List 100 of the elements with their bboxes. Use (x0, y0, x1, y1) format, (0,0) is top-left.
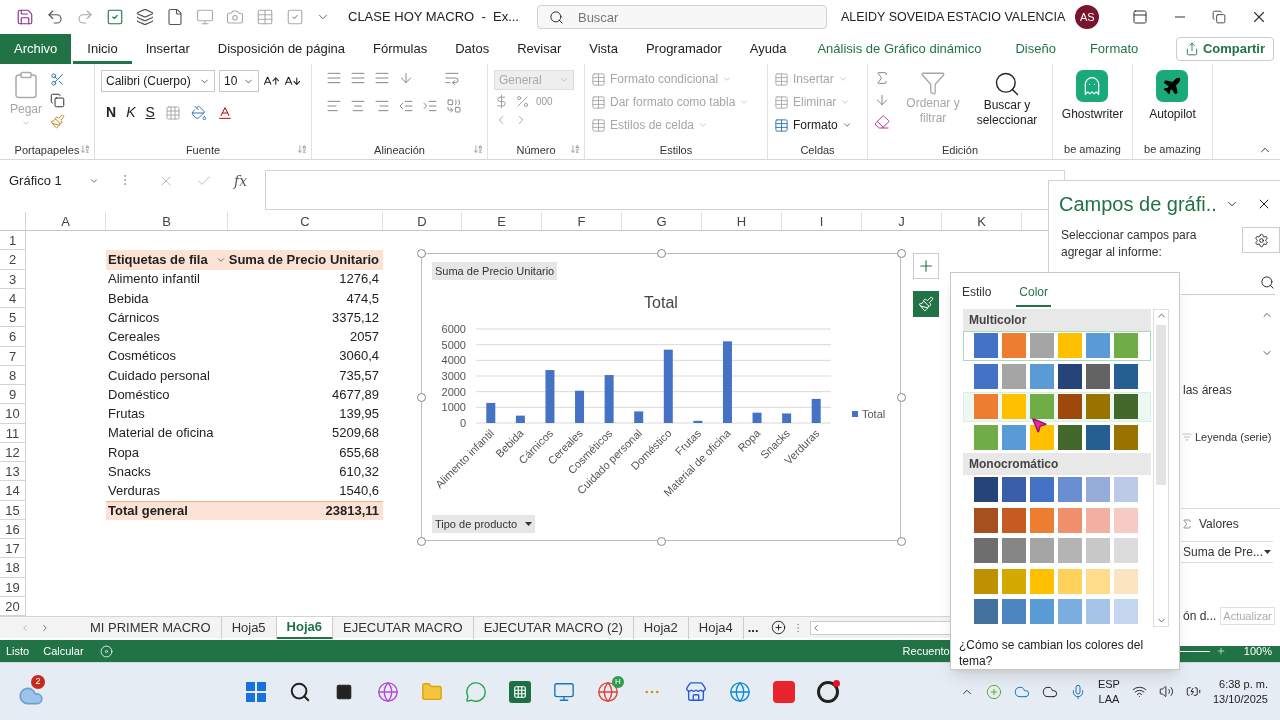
column-header[interactable]: E (462, 212, 542, 230)
menu-tab[interactable]: Insertar (131, 34, 204, 64)
row-header[interactable]: 6 (0, 327, 26, 347)
row-header[interactable]: 3 (0, 269, 26, 289)
layout-indicator[interactable]: LAA (1098, 691, 1120, 707)
pane-text: ón d... (1183, 607, 1217, 625)
help-link[interactable]: ¿Cómo se cambian los colores del tema? (959, 637, 1179, 669)
group-label: Fuente (185, 142, 221, 158)
row-header[interactable]: 19 (0, 577, 26, 597)
search-field[interactable]: Buscar (536, 5, 827, 30)
axis-label: 6000 (441, 323, 466, 335)
row-header[interactable]: 15 (0, 500, 26, 520)
calculate-button[interactable]: Calcular (43, 642, 84, 660)
table-cell-text: Total general (107, 501, 189, 520)
row-header[interactable]: 1 (0, 231, 26, 251)
profile-badge: H (612, 675, 624, 688)
area-label: Leyenda (serie) (1195, 430, 1272, 445)
column-header[interactable]: H (702, 212, 782, 230)
user-avatar[interactable]: AS (1075, 5, 1100, 29)
menu-tab[interactable]: Datos (441, 34, 504, 64)
table-cell-text: 3375,12 (331, 308, 380, 327)
share-button[interactable]: Compartir (1175, 37, 1274, 61)
sheet-tab[interactable]: EJECUTAR MACRO (333, 616, 474, 639)
menu-tab[interactable]: Análisis de Gráfico dinámico (800, 34, 999, 64)
column-header[interactable]: B (106, 212, 228, 230)
table-cell-text: 610,32 (338, 462, 380, 481)
row-header[interactable]: 10 (0, 404, 26, 424)
sheet-tab[interactable]: MI PRIMER MACRO (80, 616, 222, 639)
column-header[interactable]: G (622, 212, 702, 230)
insert-function-button[interactable]: fx (234, 170, 248, 192)
addin-button[interactable]: Autopilot (1149, 64, 1196, 123)
table-cell-text: 139,95 (338, 405, 380, 424)
clock-date[interactable]: 13/10/2025 (1212, 691, 1268, 707)
column-header[interactable]: D (383, 212, 462, 230)
sheet-tab[interactable]: Hoja6 (276, 616, 333, 639)
sheet-tab[interactable]: EJECUTAR MACRO (2) (473, 616, 634, 639)
section-header: Multicolor (963, 308, 1151, 331)
zoom-level[interactable]: 100% (1243, 642, 1272, 660)
menu-tab[interactable]: Archivo (0, 34, 72, 64)
menu-tab[interactable]: Disposición de página (203, 34, 359, 64)
column-header[interactable]: J (862, 212, 942, 230)
menu-tab[interactable]: Diseño (998, 34, 1073, 64)
legend-label: Total (862, 408, 886, 420)
bold-button[interactable]: N (106, 102, 117, 123)
column-header[interactable]: A (26, 212, 106, 230)
status-text: Listo (6, 643, 30, 659)
font-size-field[interactable]: 10 (219, 70, 259, 92)
find-select-button[interactable]: Buscar y seleccionar (968, 70, 1046, 128)
row-header[interactable]: 2 (0, 250, 26, 270)
column-header[interactable]: F (542, 212, 622, 230)
more-sheets-button[interactable]: ... (743, 617, 763, 638)
row-header[interactable]: 16 (0, 519, 26, 539)
cells-menu-button[interactable]: Formato (774, 116, 852, 134)
italic-button[interactable]: K (126, 102, 136, 123)
row-header[interactable]: 8 (0, 365, 26, 385)
value-field-dropdown[interactable]: Suma de Pre... (1183, 542, 1264, 561)
row-header[interactable]: 20 (0, 596, 26, 616)
column-header[interactable]: C (228, 212, 383, 230)
row-header[interactable]: 11 (0, 423, 26, 443)
underline-button[interactable]: S (145, 102, 155, 123)
bar (515, 415, 525, 423)
pane-instruction: Seleccionar campos para agregar al informe: (1061, 227, 1198, 261)
menu-tab[interactable]: Fórmulas (359, 34, 442, 64)
table-cell-text: Verduras (107, 482, 162, 501)
group-label: Alineación (374, 142, 425, 158)
user-name: ALEIDY SOVEIDA ESTACIO VALENCIA (840, 8, 1066, 26)
row-header[interactable]: 13 (0, 462, 26, 482)
row-header[interactable]: 12 (0, 442, 26, 462)
table-cell-text: Cereales (107, 328, 162, 347)
row-header[interactable]: 4 (0, 288, 26, 308)
axis-label: 1000 (441, 401, 466, 414)
table-cell-text: Cárnicos (107, 308, 161, 327)
row-header[interactable]: 7 (0, 346, 26, 366)
menu-tab[interactable]: Formato (1072, 34, 1156, 64)
menu-tab[interactable]: Programador (631, 34, 736, 64)
table-cell-text: Alimento infantil (107, 270, 201, 289)
sheet-tab[interactable]: Hoja4 (688, 616, 744, 639)
row-header[interactable]: 5 (0, 308, 26, 328)
menu-tab[interactable]: Revisar (503, 34, 576, 64)
table-cell-text: Snacks (107, 462, 152, 481)
bar (782, 413, 792, 423)
group-label: Portapapeles (14, 142, 80, 158)
row-header[interactable]: 18 (0, 558, 26, 578)
addin-button[interactable]: Ghostwriter (1061, 64, 1124, 123)
popup-tab[interactable]: Estilo (959, 282, 995, 307)
font-name-field[interactable]: Calibri (Cuerpo) (101, 70, 215, 92)
popup-tab[interactable]: Color (1016, 282, 1052, 307)
menu-tab[interactable]: Vista (575, 34, 632, 64)
value-field-button[interactable]: Suma de Precio Unitario (432, 262, 558, 280)
row-header[interactable]: 14 (0, 481, 26, 501)
menu-tab[interactable]: Ayuda (735, 34, 801, 64)
table-cell-text: 655,68 (338, 443, 380, 462)
row-header[interactable]: 9 (0, 385, 26, 405)
sheet-tab[interactable]: Hoja2 (633, 616, 689, 639)
row-header[interactable]: 17 (0, 539, 26, 559)
language-indicator[interactable]: ESP (1097, 676, 1120, 692)
column-header[interactable]: K (942, 212, 1022, 230)
column-header[interactable]: I (782, 212, 862, 230)
sheet-tab[interactable]: Hoja5 (221, 616, 277, 639)
clock-time[interactable]: 6:38 p. m. (1219, 676, 1268, 692)
